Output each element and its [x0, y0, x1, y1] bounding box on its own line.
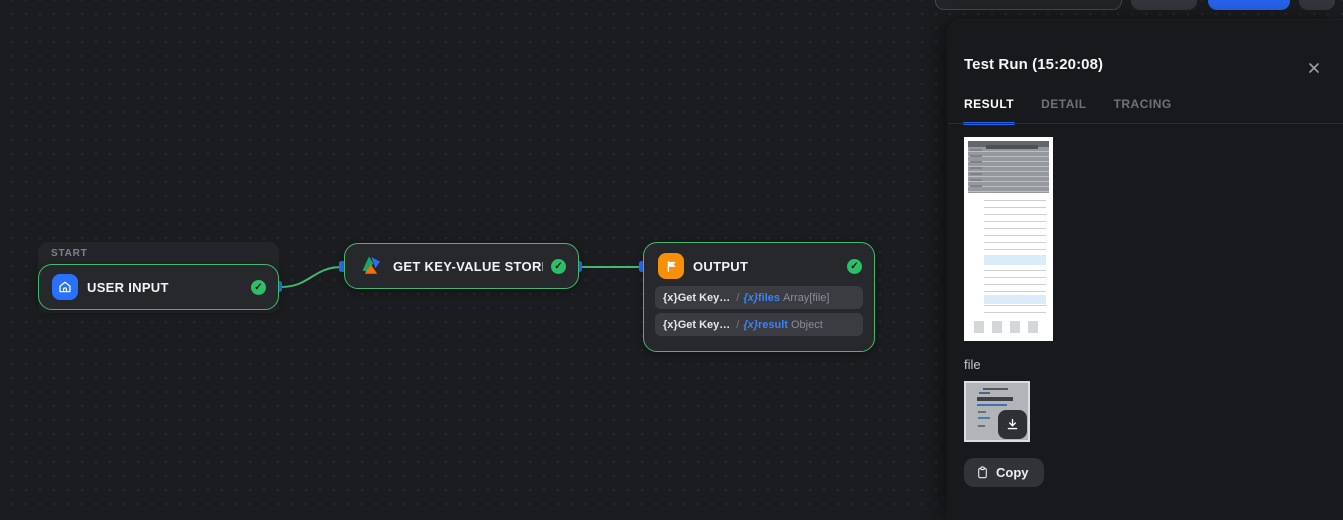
file-thumb-mark	[978, 411, 986, 413]
home-icon	[52, 274, 78, 300]
tab-detail[interactable]: DETAIL	[1041, 97, 1086, 123]
result-webpage-screenshot-thumbnail[interactable]	[964, 137, 1053, 341]
node-kv-store[interactable]: GET KEY-VALUE STORE RE ✓	[344, 243, 579, 289]
file-thumb-mark	[977, 404, 1007, 406]
tab-tracing[interactable]: TRACING	[1114, 97, 1172, 123]
node-title-output: OUTPUT	[693, 258, 749, 274]
copy-button-label: Copy	[996, 465, 1029, 480]
success-check-icon: ✓	[847, 258, 862, 274]
file-thumb-mark	[977, 397, 1013, 401]
thumbnail-footer-columns	[974, 321, 1046, 333]
edge-userinput-kvstore	[280, 266, 343, 288]
file-thumb-mark	[979, 392, 990, 394]
node-user-input[interactable]: USER INPUT ✓	[38, 264, 279, 310]
variable-source: Get Key…	[677, 291, 731, 304]
variable-type: Object	[790, 318, 823, 331]
success-check-icon: ✓	[551, 258, 566, 274]
file-thumb-mark	[978, 417, 990, 419]
thumbnail-sidebar-lines	[970, 149, 982, 189]
variable-x-icon: {x}	[743, 291, 759, 304]
copy-button[interactable]: Copy	[964, 458, 1044, 487]
variable-source-prefix: {x}	[663, 291, 678, 304]
thumbnail-highlight-block	[984, 295, 1046, 304]
clipboard-icon	[976, 465, 989, 480]
toolbar-button-left[interactable]	[935, 0, 1122, 10]
result-tab-content: file Copy	[964, 124, 1327, 487]
variable-separator: /	[736, 318, 740, 331]
apify-triangle-logo-icon	[358, 253, 384, 279]
output-variable-row-result: {x} Get Key… / {x} result Object	[655, 313, 863, 336]
panel-tabs: RESULT DETAIL TRACING	[962, 97, 1172, 125]
variable-name: result	[758, 318, 788, 331]
success-check-icon: ✓	[251, 279, 266, 295]
variable-name: files	[758, 291, 781, 304]
variable-source-prefix: {x}	[663, 318, 678, 331]
thumbnail-heading-line	[986, 145, 1038, 149]
close-icon[interactable]	[1306, 60, 1322, 76]
toolbar-button-middle[interactable]	[1131, 0, 1197, 10]
variable-x-icon: {x}	[743, 318, 759, 331]
toolbar-primary-button[interactable]	[1208, 0, 1290, 10]
node-output[interactable]: OUTPUT ✓ {x} Get Key… / {x} files Array[fi…	[643, 242, 875, 352]
panel-title: Test Run (15:20:08)	[964, 56, 1104, 73]
node-title-user-input: USER INPUT	[87, 279, 169, 295]
toolbar-icon-button[interactable]	[1299, 0, 1335, 10]
variable-source: Get Key…	[677, 318, 731, 331]
file-attachment-thumbnail[interactable]	[964, 381, 1030, 442]
file-thumb-mark	[978, 425, 985, 427]
node-title-kv-store: GET KEY-VALUE STORE RE	[393, 258, 543, 274]
thumbnail-highlight-block	[984, 255, 1046, 265]
output-variable-row-files: {x} Get Key… / {x} files Array[file]	[655, 286, 863, 309]
variable-separator: /	[736, 291, 740, 304]
file-section-label: file	[964, 357, 981, 372]
file-thumb-mark	[983, 388, 1008, 390]
variable-type: Array[file]	[783, 291, 830, 304]
flag-icon	[658, 253, 684, 279]
download-icon[interactable]	[998, 410, 1027, 439]
start-group-label: START	[51, 248, 88, 259]
tab-result[interactable]: RESULT	[962, 97, 1016, 125]
test-run-panel: Test Run (15:20:08) RESULT DETAIL TRACIN…	[948, 20, 1343, 520]
